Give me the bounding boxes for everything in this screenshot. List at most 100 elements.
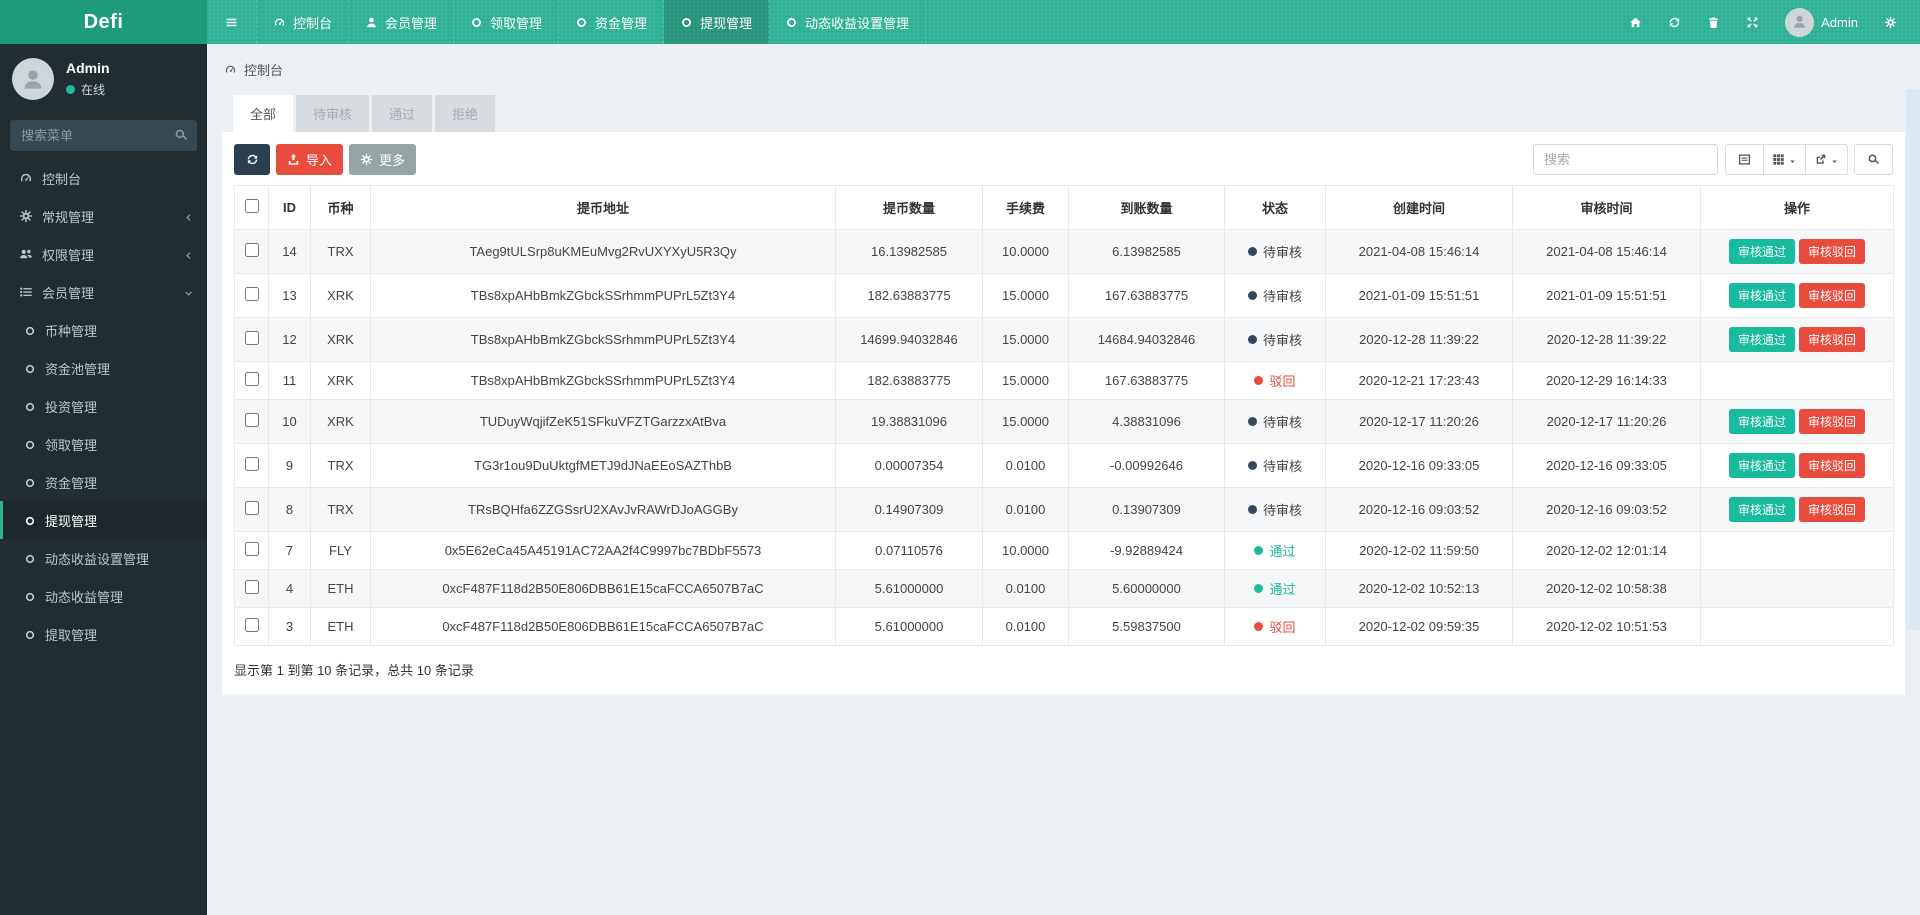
sidebar-item-investment[interactable]: 投资管理 — [0, 387, 207, 425]
reject-button[interactable]: 审核驳回 — [1799, 409, 1865, 434]
tab-all[interactable]: 全部 — [233, 95, 293, 132]
chevron-left-icon — [183, 247, 194, 262]
cell-actions — [1701, 570, 1894, 608]
cell-fee: 15.0000 — [983, 318, 1069, 362]
home-button[interactable] — [1616, 0, 1655, 44]
search-icon — [1867, 152, 1880, 167]
view-options-group — [1725, 144, 1848, 175]
nav-item-withdraw[interactable]: 提现管理 — [664, 0, 769, 44]
nav-item-claim[interactable]: 领取管理 — [454, 0, 559, 44]
sidebar-item-dynamic-income-settings[interactable]: 动态收益设置管理 — [0, 539, 207, 577]
sidebar-item-permissions[interactable]: 权限管理 — [0, 235, 207, 273]
cell-status: 驳回 — [1225, 362, 1326, 400]
column-header: 到账数量 — [1069, 186, 1225, 230]
column-header: 提币地址 — [371, 186, 836, 230]
cell-id: 13 — [269, 274, 311, 318]
approve-button[interactable]: 审核通过 — [1729, 327, 1795, 352]
row-checkbox[interactable] — [245, 542, 259, 556]
circle-o-icon — [24, 399, 36, 414]
cell-audited-at: 2020-12-16 09:03:52 — [1513, 488, 1701, 532]
tab-passed[interactable]: 通过 — [372, 95, 432, 132]
cell-address: TBs8xpAHbBmkZGbckSSrhmmPUPrL5Zt3Y4 — [371, 274, 836, 318]
row-checkbox[interactable] — [245, 287, 259, 301]
person-icon — [1791, 13, 1808, 31]
cell-status: 待审核 — [1225, 274, 1326, 318]
row-checkbox[interactable] — [245, 243, 259, 257]
approve-button[interactable]: 审核通过 — [1729, 453, 1795, 478]
refresh-button[interactable] — [1655, 0, 1694, 44]
row-checkbox[interactable] — [245, 501, 259, 515]
cell-status: 待审核 — [1225, 230, 1326, 274]
reject-button[interactable]: 审核驳回 — [1799, 239, 1865, 264]
circle-o-icon — [575, 15, 588, 30]
row-checkbox[interactable] — [245, 413, 259, 427]
sidebar-toggle-button[interactable] — [207, 0, 257, 44]
scrollbar[interactable] — [1906, 89, 1920, 630]
sidebar-item-members[interactable]: 会员管理 — [0, 273, 207, 311]
refresh-icon — [1668, 15, 1681, 30]
row-checkbox[interactable] — [245, 372, 259, 386]
sidebar-item-dashboard[interactable]: 控制台 — [0, 159, 207, 197]
trash-button[interactable] — [1694, 0, 1733, 44]
nav-item-dynamic-income-settings[interactable]: 动态收益设置管理 — [769, 0, 926, 44]
tab-pending[interactable]: 待审核 — [296, 95, 369, 132]
sidebar-item-claim[interactable]: 领取管理 — [0, 425, 207, 463]
import-button[interactable]: 导入 — [276, 144, 343, 175]
navbar-user-menu[interactable]: Admin — [1772, 0, 1871, 44]
row-checkbox[interactable] — [245, 580, 259, 594]
expand-button[interactable] — [1733, 0, 1772, 44]
navbar-settings-button[interactable] — [1871, 0, 1910, 44]
menu-search-input[interactable] — [10, 120, 197, 151]
sidebar-item-coins[interactable]: 币种管理 — [0, 311, 207, 349]
nav-item-funds[interactable]: 资金管理 — [559, 0, 664, 44]
sidebar-item-label: 动态收益管理 — [45, 587, 123, 606]
cell-created-at: 2020-12-17 11:20:26 — [1326, 400, 1513, 444]
row-checkbox[interactable] — [245, 618, 259, 632]
sidebar-item-extraction[interactable]: 提取管理 — [0, 615, 207, 653]
circle-o-icon — [785, 15, 798, 30]
status-badge: 通过 — [1254, 541, 1295, 560]
sidebar-item-general[interactable]: 常规管理 — [0, 197, 207, 235]
approve-button[interactable]: 审核通过 — [1729, 283, 1795, 308]
select-all-checkbox[interactable] — [245, 199, 259, 213]
cell-id: 3 — [269, 608, 311, 646]
person-icon — [20, 66, 46, 93]
table-view-button[interactable] — [1725, 144, 1764, 175]
approve-button[interactable]: 审核通过 — [1729, 409, 1795, 434]
sidebar-item-pool[interactable]: 资金池管理 — [0, 349, 207, 387]
table-row: 9TRXTG3r1ou9DuUktgfMETJ9dJNaEEoSAZThbB0.… — [235, 444, 1894, 488]
sidebar-item-funds[interactable]: 资金管理 — [0, 463, 207, 501]
nav-item-members[interactable]: 会员管理 — [349, 0, 454, 44]
sidebar-item-dynamic-income[interactable]: 动态收益管理 — [0, 577, 207, 615]
brand-logo[interactable]: Defi — [0, 0, 207, 44]
nav-item-dashboard[interactable]: 控制台 — [257, 0, 349, 44]
approve-button[interactable]: 审核通过 — [1729, 239, 1795, 264]
reject-button[interactable]: 审核驳回 — [1799, 327, 1865, 352]
row-checkbox[interactable] — [245, 331, 259, 345]
cell-actions: 审核通过审核驳回 — [1701, 274, 1894, 318]
sidebar-item-label: 动态收益设置管理 — [45, 549, 149, 568]
refresh-button[interactable] — [234, 144, 270, 175]
table-row: 10XRKTUDuyWqjifZeK51SFkuVFZTGarzzxAtBva1… — [235, 400, 1894, 444]
sidebar-item-withdraw[interactable]: 提现管理 — [0, 501, 207, 539]
cell-coin: TRX — [311, 230, 371, 274]
cell-audited-at: 2021-01-09 15:51:51 — [1513, 274, 1701, 318]
grid-view-button[interactable] — [1763, 144, 1806, 175]
circle-o-icon — [24, 475, 36, 490]
tab-rejected[interactable]: 拒绝 — [435, 95, 495, 132]
export-view-button[interactable] — [1805, 144, 1848, 175]
search-button[interactable] — [1854, 144, 1893, 175]
table-search-input[interactable] — [1533, 144, 1718, 175]
reject-button[interactable]: 审核驳回 — [1799, 453, 1865, 478]
approve-button[interactable]: 审核通过 — [1729, 497, 1795, 522]
records-summary: 显示第 1 到第 10 条记录，总共 10 条记录 — [234, 660, 1893, 679]
reject-button[interactable]: 审核驳回 — [1799, 283, 1865, 308]
search-icon[interactable] — [174, 128, 188, 143]
cell-checkbox — [235, 230, 269, 274]
row-checkbox[interactable] — [245, 457, 259, 471]
column-header: 创建时间 — [1326, 186, 1513, 230]
cell-address: TUDuyWqjifZeK51SFkuVFZTGarzzxAtBva — [371, 400, 836, 444]
avatar — [1785, 8, 1814, 37]
more-button[interactable]: 更多 — [349, 144, 416, 175]
reject-button[interactable]: 审核驳回 — [1799, 497, 1865, 522]
